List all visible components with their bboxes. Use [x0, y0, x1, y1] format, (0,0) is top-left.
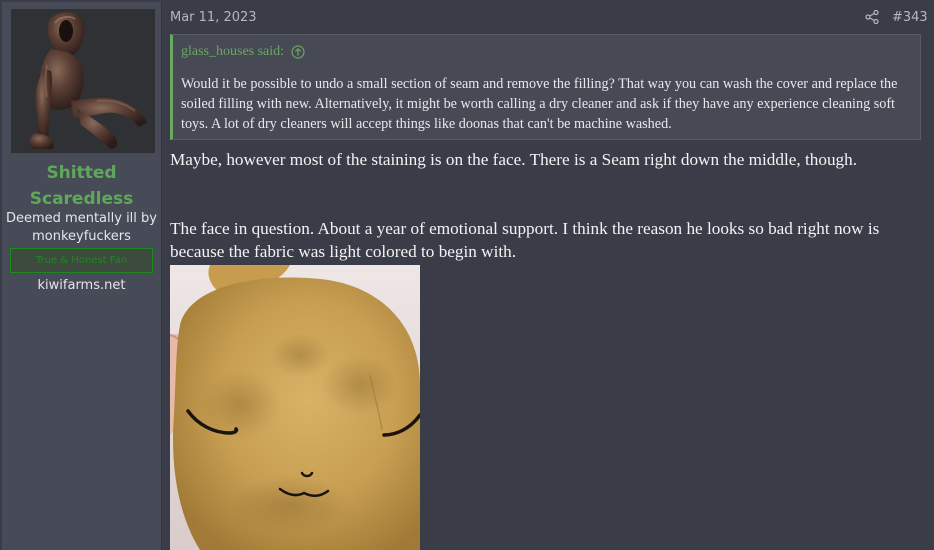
arrow-up-circle-icon[interactable]	[291, 45, 305, 59]
post-number-link[interactable]: #343	[892, 9, 928, 26]
post-date[interactable]: Mar 11, 2023	[170, 9, 257, 26]
post-user-cell: Shitted Scaredless Deemed mentally ill b…	[2, 2, 162, 550]
forum-post: Shitted Scaredless Deemed mentally ill b…	[0, 0, 934, 550]
post-main-cell: Mar 11, 2023 #343 glass_houses said: Wou…	[162, 0, 934, 550]
attached-image[interactable]	[170, 265, 420, 550]
post-paragraph: Maybe, however most of the staining is o…	[170, 150, 858, 169]
quote-author[interactable]: glass_houses said:	[181, 43, 284, 61]
share-icon[interactable]	[864, 9, 880, 25]
quote-text: Would it be possible to undo a small sec…	[181, 76, 898, 132]
user-banner: True & Honest Fan	[10, 248, 153, 273]
user-avatar[interactable]	[11, 9, 155, 153]
post-paragraph: The face in question. About a year of em…	[170, 219, 880, 261]
quote-header[interactable]: glass_houses said:	[181, 43, 305, 61]
user-title: Deemed mentally ill by monkeyfuckers	[6, 211, 157, 244]
username[interactable]: Shitted Scaredless	[2, 160, 161, 212]
quote-block: glass_houses said: Would it be possible …	[170, 34, 921, 140]
user-extra-info: kiwifarms.net	[37, 278, 126, 293]
